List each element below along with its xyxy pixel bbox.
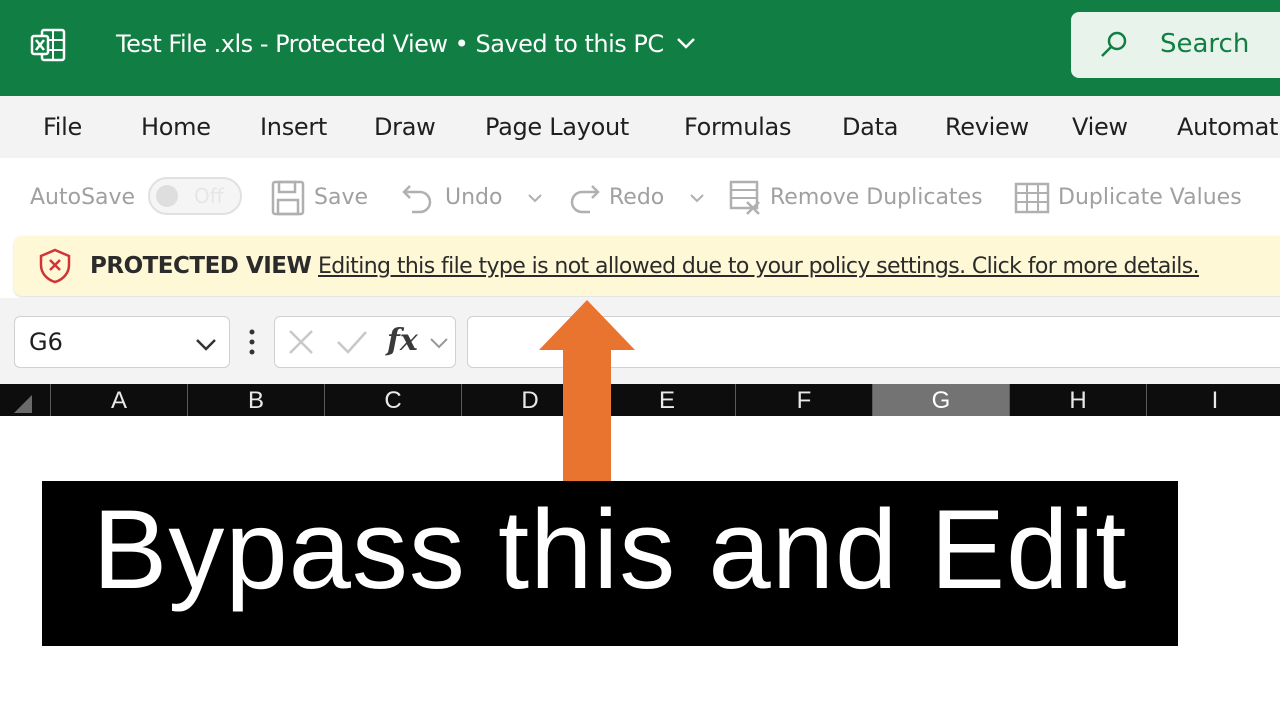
- shield-x-icon: [39, 248, 71, 284]
- save-icon[interactable]: [271, 180, 305, 216]
- search-label: Search: [1160, 29, 1250, 59]
- tab-insert[interactable]: Insert: [260, 113, 327, 141]
- protected-view-details-link[interactable]: Editing this file type is not allowed du…: [318, 254, 1200, 279]
- autosave-label: AutoSave: [30, 185, 136, 210]
- column-header-bar: A B C D E F G H I: [0, 384, 1280, 416]
- chevron-down-icon[interactable]: [429, 337, 449, 349]
- tab-page-layout[interactable]: Page Layout: [485, 113, 629, 141]
- remove-duplicates-button[interactable]: Remove Duplicates: [770, 185, 983, 210]
- search-box[interactable]: Search: [1071, 12, 1280, 78]
- autosave-state: Off: [194, 184, 224, 208]
- column-header-g[interactable]: G: [872, 384, 1009, 416]
- column-header-f[interactable]: F: [735, 384, 872, 416]
- redo-icon[interactable]: [566, 180, 602, 216]
- cancel-icon[interactable]: [287, 328, 315, 356]
- tab-view[interactable]: View: [1072, 113, 1128, 141]
- column-header-i[interactable]: I: [1146, 384, 1280, 416]
- undo-chevron-icon[interactable]: [527, 193, 543, 203]
- tab-formulas[interactable]: Formulas: [684, 113, 791, 141]
- tab-review[interactable]: Review: [945, 113, 1029, 141]
- tab-home[interactable]: Home: [141, 113, 211, 141]
- cell-reference: G6: [29, 328, 63, 356]
- tab-file[interactable]: File: [43, 113, 82, 141]
- chevron-down-icon[interactable]: [676, 36, 696, 50]
- duplicate-values-button[interactable]: Duplicate Values: [1058, 185, 1242, 210]
- redo-button[interactable]: Redo: [609, 185, 664, 210]
- window-title[interactable]: Test File .xls - Protected View • Saved …: [116, 30, 664, 58]
- undo-button[interactable]: Undo: [445, 185, 502, 210]
- remove-duplicates-icon[interactable]: [729, 180, 763, 216]
- formula-buttons: fx: [274, 316, 456, 368]
- ribbon-tabs: File Home Insert Draw Page Layout Formul…: [0, 96, 1280, 158]
- undo-icon[interactable]: [400, 180, 436, 216]
- column-header-b[interactable]: B: [187, 384, 324, 416]
- name-box[interactable]: G6: [14, 316, 230, 368]
- redo-chevron-icon[interactable]: [689, 193, 705, 203]
- tab-data[interactable]: Data: [842, 113, 898, 141]
- protected-view-title: PROTECTED VIEW: [90, 253, 312, 279]
- duplicate-values-icon[interactable]: [1014, 182, 1050, 214]
- caption-text: Bypass this and Edit: [92, 487, 1128, 612]
- column-header-h[interactable]: H: [1009, 384, 1146, 416]
- title-bar: Test File .xls - Protected View • Saved …: [0, 0, 1280, 96]
- search-icon: [1101, 31, 1127, 57]
- caption-banner: Bypass this and Edit: [42, 481, 1178, 646]
- chevron-down-icon[interactable]: [195, 337, 217, 351]
- toggle-knob: [156, 185, 178, 207]
- save-button[interactable]: Save: [314, 185, 368, 210]
- excel-logo-icon: [30, 28, 66, 62]
- enter-icon[interactable]: [335, 328, 369, 356]
- autosave-toggle[interactable]: Off: [148, 177, 242, 215]
- insert-function-button[interactable]: fx: [387, 323, 418, 358]
- up-arrow-icon: [539, 300, 635, 484]
- column-header-a[interactable]: A: [50, 384, 187, 416]
- more-options-icon[interactable]: [242, 328, 262, 356]
- column-header-c[interactable]: C: [324, 384, 461, 416]
- select-all-corner[interactable]: [14, 395, 32, 413]
- tab-automate[interactable]: Automat: [1177, 113, 1278, 141]
- protected-view-bar: PROTECTED VIEW Editing this file type is…: [14, 236, 1280, 296]
- tab-draw[interactable]: Draw: [374, 113, 436, 141]
